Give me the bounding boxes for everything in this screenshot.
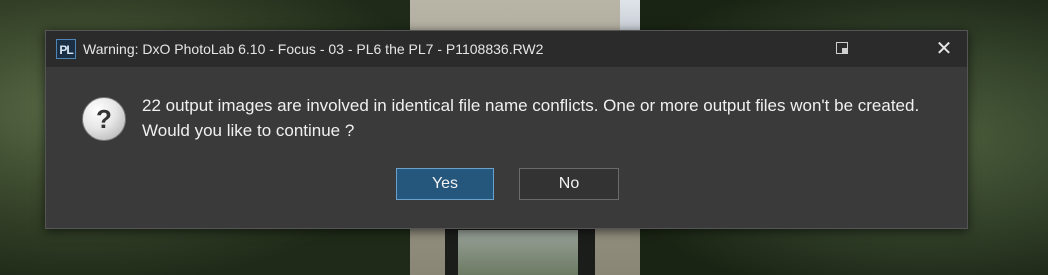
dialog-titlebar[interactable]: PL Warning: DxO PhotoLab 6.10 - Focus - … xyxy=(46,31,967,67)
close-button[interactable]: ✕ xyxy=(926,31,962,67)
dialog-title: Warning: DxO PhotoLab 6.10 - Focus - 03 … xyxy=(83,41,544,57)
no-button[interactable]: No xyxy=(519,168,619,200)
dialog-message: 22 output images are involved in identic… xyxy=(142,96,920,140)
yes-button[interactable]: Yes xyxy=(396,168,494,200)
window-mode-icon[interactable] xyxy=(836,42,848,54)
app-logo-icon: PL xyxy=(56,39,76,59)
question-icon: ? xyxy=(82,97,126,141)
warning-dialog: PL Warning: DxO PhotoLab 6.10 - Focus - … xyxy=(45,30,968,229)
background-gate-opening xyxy=(458,230,578,275)
